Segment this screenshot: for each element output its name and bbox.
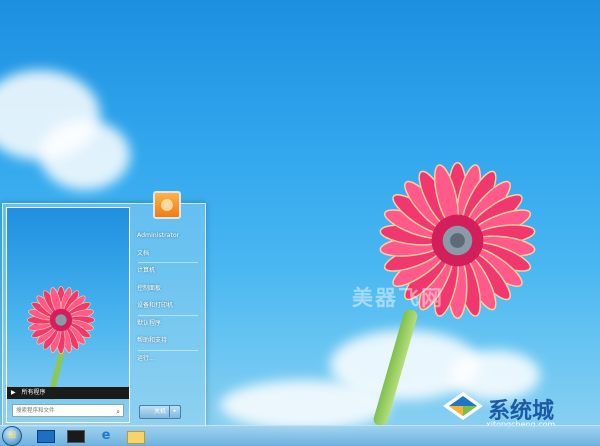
taskbar: ⊞ e: [0, 425, 600, 446]
start-menu: ▶ 所有程序 搜索程序和文件 ⌕ Administrator 文档 计算机 控制…: [2, 191, 206, 427]
devices-printers-link[interactable]: 设备和打印机: [133, 297, 201, 315]
documents-link[interactable]: 文档: [133, 245, 201, 263]
chevron-right-icon: ▸: [173, 408, 177, 414]
watermark-text: 美器飞网: [352, 286, 444, 310]
user-name-link[interactable]: Administrator: [133, 227, 201, 245]
search-icon: ⌕: [116, 408, 120, 416]
start-button[interactable]: ⊞: [2, 426, 22, 446]
default-programs-link[interactable]: 默认程序: [133, 315, 201, 333]
help-support-link[interactable]: 帮助和支持: [133, 332, 201, 350]
menu-divider: [138, 315, 198, 316]
all-programs-label: 所有程序: [21, 389, 46, 396]
control-panel-link[interactable]: 控制面板: [133, 280, 201, 298]
user-avatar[interactable]: [153, 191, 181, 219]
logo-shield-icon: [443, 392, 483, 420]
search-input[interactable]: 搜索程序和文件 ⌕: [12, 404, 124, 417]
start-menu-right-pane: Administrator 文档 计算机 控制面板 设备和打印机 默认程序 帮助…: [133, 227, 201, 367]
desktop-icon[interactable]: [33, 427, 59, 445]
menu-divider: [138, 262, 198, 263]
windows-logo-icon: ⊞: [8, 430, 17, 441]
gerbera-flower-thumbnail: [27, 286, 95, 354]
menu-divider: [138, 350, 198, 351]
xitongcheng-logo: 系统城 xitongcheng.com: [443, 390, 598, 430]
shutdown-label: 关机: [153, 408, 166, 415]
computer-link[interactable]: 计算机: [133, 262, 201, 280]
play-arrow-icon: ▶: [11, 389, 16, 396]
cloud: [220, 380, 390, 430]
all-programs-button[interactable]: ▶ 所有程序: [7, 387, 129, 399]
start-menu-program-list: ▶ 所有程序 搜索程序和文件 ⌕: [6, 207, 130, 423]
media-icon[interactable]: [63, 427, 89, 445]
shutdown-options-button[interactable]: ▸: [169, 405, 180, 417]
ie-icon[interactable]: e: [93, 427, 119, 445]
run-link[interactable]: 运行...: [133, 350, 201, 368]
folder-icon[interactable]: [123, 427, 149, 445]
cloud: [40, 120, 130, 190]
search-placeholder: 搜索程序和文件: [16, 408, 55, 414]
